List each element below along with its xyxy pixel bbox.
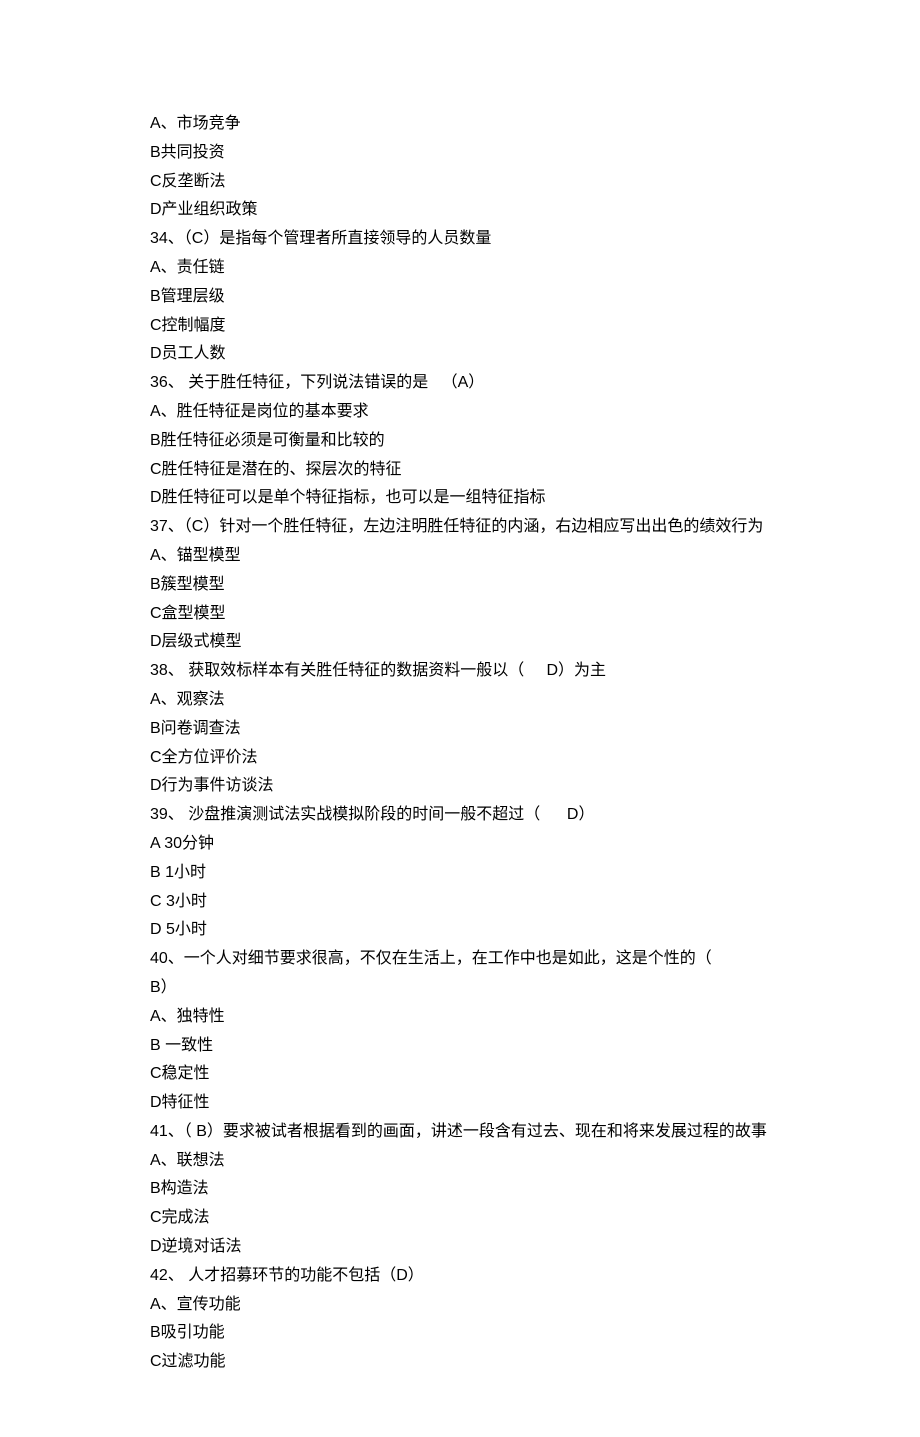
text-line: 36、 关于胜任特征，下列说法错误的是 （A） [150,369,770,398]
text-line: A、责任链 [150,254,770,283]
text-line: C稳定性 [150,1060,770,1089]
text-line: A、独特性 [150,1003,770,1032]
text-line: C全方位评价法 [150,744,770,773]
text-line: 38、 获取效标样本有关胜任特征的数据资料一般以（ D）为主 [150,657,770,686]
text-line: C盒型模型 [150,600,770,629]
text-line: C控制幅度 [150,312,770,341]
text-line: C 3小时 [150,888,770,917]
text-line: D特征性 [150,1089,770,1118]
text-line: A、市场竞争 [150,110,770,139]
text-line: B 1小时 [150,859,770,888]
text-line: A、联想法 [150,1147,770,1176]
text-line: B管理层级 [150,283,770,312]
text-line: B胜任特征必须是可衡量和比较的 [150,427,770,456]
text-line: C胜任特征是潜在的、探层次的特征 [150,456,770,485]
text-line: C过滤功能 [150,1348,770,1377]
text-line: B构造法 [150,1175,770,1204]
document-page: A、市场竞争 B共同投资 C反垄断法 D产业组织政策 34、（C）是指每个管理者… [0,0,920,1437]
text-line: 39、 沙盘推演测试法实战模拟阶段的时间一般不超过（ D） [150,801,770,830]
text-line: B吸引功能 [150,1319,770,1348]
text-line: 34、（C）是指每个管理者所直接领导的人员数量 [150,225,770,254]
text-line: D员工人数 [150,340,770,369]
text-line: B问卷调查法 [150,715,770,744]
text-line: D行为事件访谈法 [150,772,770,801]
text-line: 41、（ B）要求被试者根据看到的画面，讲述一段含有过去、现在和将来发展过程的故… [150,1118,770,1147]
text-line: D 5小时 [150,916,770,945]
text-line: B 一致性 [150,1032,770,1061]
text-line: D层级式模型 [150,628,770,657]
text-line: A、锚型模型 [150,542,770,571]
text-line: D产业组织政策 [150,196,770,225]
text-line: B簇型模型 [150,571,770,600]
text-line: 37、（C）针对一个胜任特征，左边注明胜任特征的内涵，右边相应写出出色的绩效行为 [150,513,770,542]
text-line: D逆境对话法 [150,1233,770,1262]
text-line: A、胜任特征是岗位的基本要求 [150,398,770,427]
text-line: 42、 人才招募环节的功能不包括（D） [150,1262,770,1291]
text-line: B共同投资 [150,139,770,168]
text-line: A 30分钟 [150,830,770,859]
text-line: 40、一个人对细节要求很高，不仅在生活上，在工作中也是如此，这是个性的（ B） [150,945,770,1003]
text-line: D胜任特征可以是单个特征指标，也可以是一组特征指标 [150,484,770,513]
text-line: A、观察法 [150,686,770,715]
text-line: A、宣传功能 [150,1291,770,1320]
text-line: C反垄断法 [150,168,770,197]
text-line: C完成法 [150,1204,770,1233]
